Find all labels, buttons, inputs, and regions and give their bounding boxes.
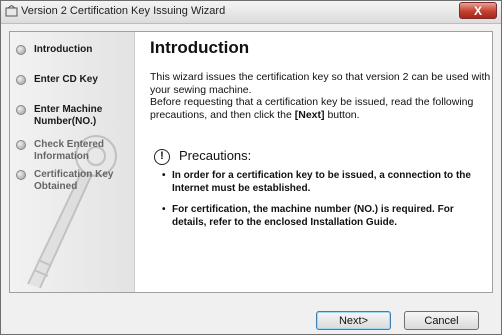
precautions-title: Precautions: <box>179 148 252 163</box>
close-button[interactable]: X <box>459 2 497 19</box>
step-sidebar: Introduction Enter CD Key Enter Machine … <box>10 32 135 292</box>
intro-description: This wizard issues the certification key… <box>150 71 494 121</box>
instruction-text-end: button. <box>324 108 360 121</box>
cancel-button[interactable]: Cancel <box>404 311 479 330</box>
exclamation-icon: ! <box>154 149 170 165</box>
precautions-list: In order for a certification key to be i… <box>162 170 488 238</box>
wizard-content-panel: Introduction Enter CD Key Enter Machine … <box>9 31 493 293</box>
step-label: Check Entered Information <box>34 139 105 162</box>
step-bullet-icon <box>16 105 26 115</box>
app-icon <box>5 5 18 17</box>
next-reference: [Next] <box>294 108 325 121</box>
intro-text: This wizard issues the certification key… <box>150 71 491 96</box>
window-title: Version 2 Certification Key Issuing Wiza… <box>21 5 226 17</box>
step-label: Enter Machine Number(NO.) <box>34 104 103 127</box>
step-label: Certification Key Obtained <box>34 169 114 192</box>
step-label: Enter CD Key <box>34 74 98 85</box>
step-bullet-icon <box>16 45 26 55</box>
precaution-item: In order for a certification key to be i… <box>162 170 488 195</box>
precaution-item: For certification, the machine number (N… <box>162 204 488 229</box>
title-bar[interactable]: Version 2 Certification Key Issuing Wiza… <box>1 1 501 24</box>
step-bullet-icon <box>16 75 26 85</box>
step-label: Introduction <box>34 44 93 55</box>
step-bullet-icon <box>16 170 26 180</box>
step-bullet-icon <box>16 140 26 150</box>
next-button[interactable]: Next> <box>316 311 391 330</box>
page-title: Introduction <box>150 38 250 57</box>
wizard-window: Version 2 Certification Key Issuing Wiza… <box>0 0 502 335</box>
